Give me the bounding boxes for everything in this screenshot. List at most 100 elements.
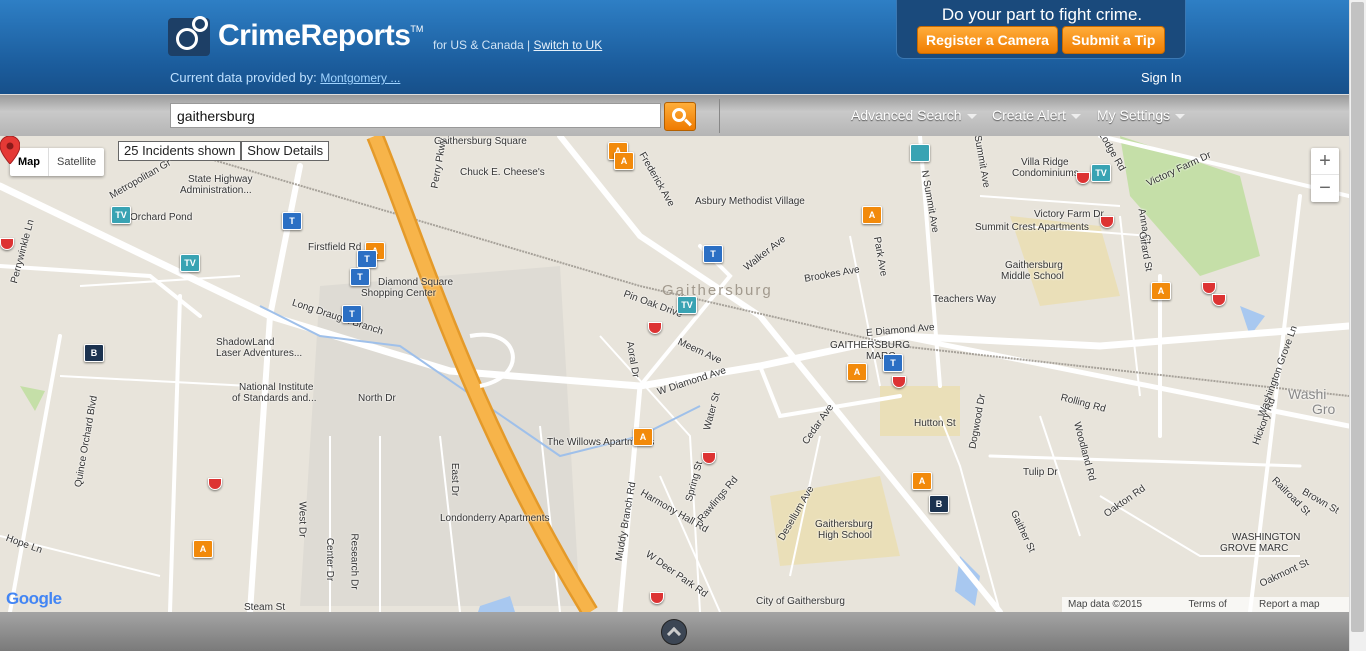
logo-icon xyxy=(168,14,214,58)
map-label: Firstfield Rd xyxy=(308,242,362,253)
scrollbar-thumb[interactable] xyxy=(1351,2,1364,632)
location-marker-icon[interactable] xyxy=(0,136,20,164)
create-alert-menu[interactable]: Create Alert xyxy=(992,107,1081,123)
map-label: Washi xyxy=(1288,386,1327,402)
switch-to-uk-link[interactable]: Switch to UK xyxy=(534,38,603,52)
google-logo[interactable]: Google xyxy=(6,589,62,609)
incident-pin-burglary[interactable]: B xyxy=(929,495,949,513)
region-text: for US & Canada | Switch to UK xyxy=(433,38,602,52)
map-label: Chuck E. Cheese's xyxy=(460,167,545,178)
cta-title: Do your part to fight crime. xyxy=(941,5,1143,24)
sign-in-link[interactable]: Sign In xyxy=(1141,70,1181,85)
incident-pin-assault[interactable]: A xyxy=(847,363,867,381)
trademark-mark: TM xyxy=(410,24,424,34)
incident-pin-burglary[interactable]: B xyxy=(84,344,104,362)
my-settings-menu[interactable]: My Settings xyxy=(1097,107,1186,123)
search-input[interactable] xyxy=(170,103,661,128)
cta-panel: Do your part to fight crime. Register a … xyxy=(896,0,1186,59)
incident-pin-theft[interactable]: T xyxy=(883,354,903,372)
map-label: Condominiums xyxy=(1012,168,1079,179)
incident-pin-vehicle-theft[interactable]: TV xyxy=(677,296,697,314)
data-provider: Current data provided by: Montgomery ... xyxy=(170,70,400,85)
map-label: Asbury Methodist Village xyxy=(695,196,805,207)
my-settings-label: My Settings xyxy=(1097,107,1171,123)
incidents-count: 25 Incidents shown xyxy=(118,141,242,161)
map-label: WASHINGTON xyxy=(1232,532,1301,543)
incident-pin-vehicle-theft[interactable]: TV xyxy=(111,206,131,224)
zoom-in-button[interactable]: + xyxy=(1311,148,1339,175)
map-label: Gaithersburg xyxy=(815,519,873,530)
incident-summary: 25 Incidents shown Show Details xyxy=(118,141,330,161)
map-label: Villa Ridge xyxy=(1021,157,1069,168)
map-label: Middle School xyxy=(1001,271,1064,282)
map-type-satellite-button[interactable]: Satellite xyxy=(49,148,104,176)
provider-link[interactable]: Montgomery ... xyxy=(320,71,400,85)
incident-pin-assault[interactable]: A xyxy=(193,540,213,558)
crimereports-logo[interactable]: CrimeReports TM xyxy=(168,14,423,58)
incident-pin-assault[interactable]: A xyxy=(614,152,634,170)
crimereports-page: CrimeReports TM for US & Canada | Switch… xyxy=(0,0,1366,651)
map-label: GROVE MARC xyxy=(1220,543,1289,554)
map-label: Research Dr xyxy=(348,533,360,590)
map-attribution: Map data ©2015 Google Terms of Use Repor… xyxy=(1062,597,1349,612)
terms-of-use-link[interactable]: Terms of Use xyxy=(1188,597,1247,612)
incident-pin-assault[interactable]: A xyxy=(912,472,932,490)
map-label: of Standards and... xyxy=(232,393,317,404)
advanced-search-menu[interactable]: Advanced Search xyxy=(851,107,977,123)
map-label: Teachers Way xyxy=(933,294,996,305)
search-button[interactable] xyxy=(664,102,696,131)
provided-by-label: Current data provided by: xyxy=(170,70,317,85)
incident-pin-assault[interactable]: A xyxy=(862,206,882,224)
zoom-control: + − xyxy=(1311,148,1339,202)
report-map-error-link[interactable]: Report a map error xyxy=(1259,597,1343,612)
map-label: National Institute xyxy=(239,382,314,393)
map-label: Londonderry Apartments xyxy=(440,513,550,524)
map-type-control: Map Satellite xyxy=(10,148,105,176)
incident-pin-vehicle-theft[interactable]: TV xyxy=(1091,164,1111,182)
incident-pin-theft[interactable]: T xyxy=(342,305,362,323)
chevron-down-icon xyxy=(1070,113,1081,119)
map-label: Diamond Square xyxy=(378,277,454,288)
map-label: Gro xyxy=(1312,401,1336,417)
incident-pin-theft[interactable]: T xyxy=(703,245,723,263)
map-label: GAITHERSBURG xyxy=(830,340,911,351)
crime-map[interactable]: Map Satellite 25 Incidents shown Show De… xyxy=(0,136,1349,612)
map-label: Victory Farm Dr xyxy=(1034,209,1104,220)
incident-pin-theft[interactable]: T xyxy=(282,212,302,230)
incident-pin-vehicle-theft[interactable]: TV xyxy=(180,254,200,272)
chevron-up-icon xyxy=(666,626,682,642)
map-label: State Highway xyxy=(188,174,253,185)
submit-tip-button[interactable]: Submit a Tip xyxy=(1062,26,1165,54)
incident-pin-vehicle-theft[interactable] xyxy=(910,144,930,162)
map-label: Gaithersburg xyxy=(1005,260,1063,271)
incident-pin-theft[interactable]: T xyxy=(350,268,370,286)
scrollbar[interactable] xyxy=(1349,0,1366,651)
incident-pin-assault[interactable]: A xyxy=(633,428,653,446)
map-label: North Dr xyxy=(358,393,396,404)
register-camera-button[interactable]: Register a Camera xyxy=(917,26,1058,54)
brand-name: CrimeReports xyxy=(218,19,411,52)
show-details-button[interactable]: Show Details xyxy=(241,141,330,161)
map-label: Orchard Pond xyxy=(130,212,193,223)
map-label: High School xyxy=(818,530,872,541)
map-label: Laser Adventures... xyxy=(216,348,303,359)
map-label: West Dr xyxy=(296,501,308,538)
map-label: Administration... xyxy=(180,185,252,196)
map-label: Shopping Center xyxy=(361,288,437,299)
advanced-search-label: Advanced Search xyxy=(851,107,962,123)
expand-panel-button[interactable] xyxy=(661,619,687,645)
map-label: Tulip Dr xyxy=(1023,467,1058,478)
chevron-down-icon xyxy=(1175,113,1186,119)
map-label: Hutton St xyxy=(914,418,956,429)
header-bar: CrimeReports TM for US & Canada | Switch… xyxy=(0,0,1366,94)
google-logo-text: Google xyxy=(6,589,62,608)
incident-pin-assault[interactable]: A xyxy=(1151,282,1171,300)
map-label: City of Gaithersburg xyxy=(756,596,845,607)
map-data-credit: Map data ©2015 Google xyxy=(1068,599,1143,610)
incident-pin-theft[interactable]: T xyxy=(357,250,377,268)
map-label: East Dr xyxy=(449,462,461,497)
zoom-out-button[interactable]: − xyxy=(1311,175,1339,202)
map-label: ShadowLand xyxy=(216,337,275,348)
footer-bar xyxy=(0,612,1349,651)
map-label: Center Dr xyxy=(324,537,336,582)
